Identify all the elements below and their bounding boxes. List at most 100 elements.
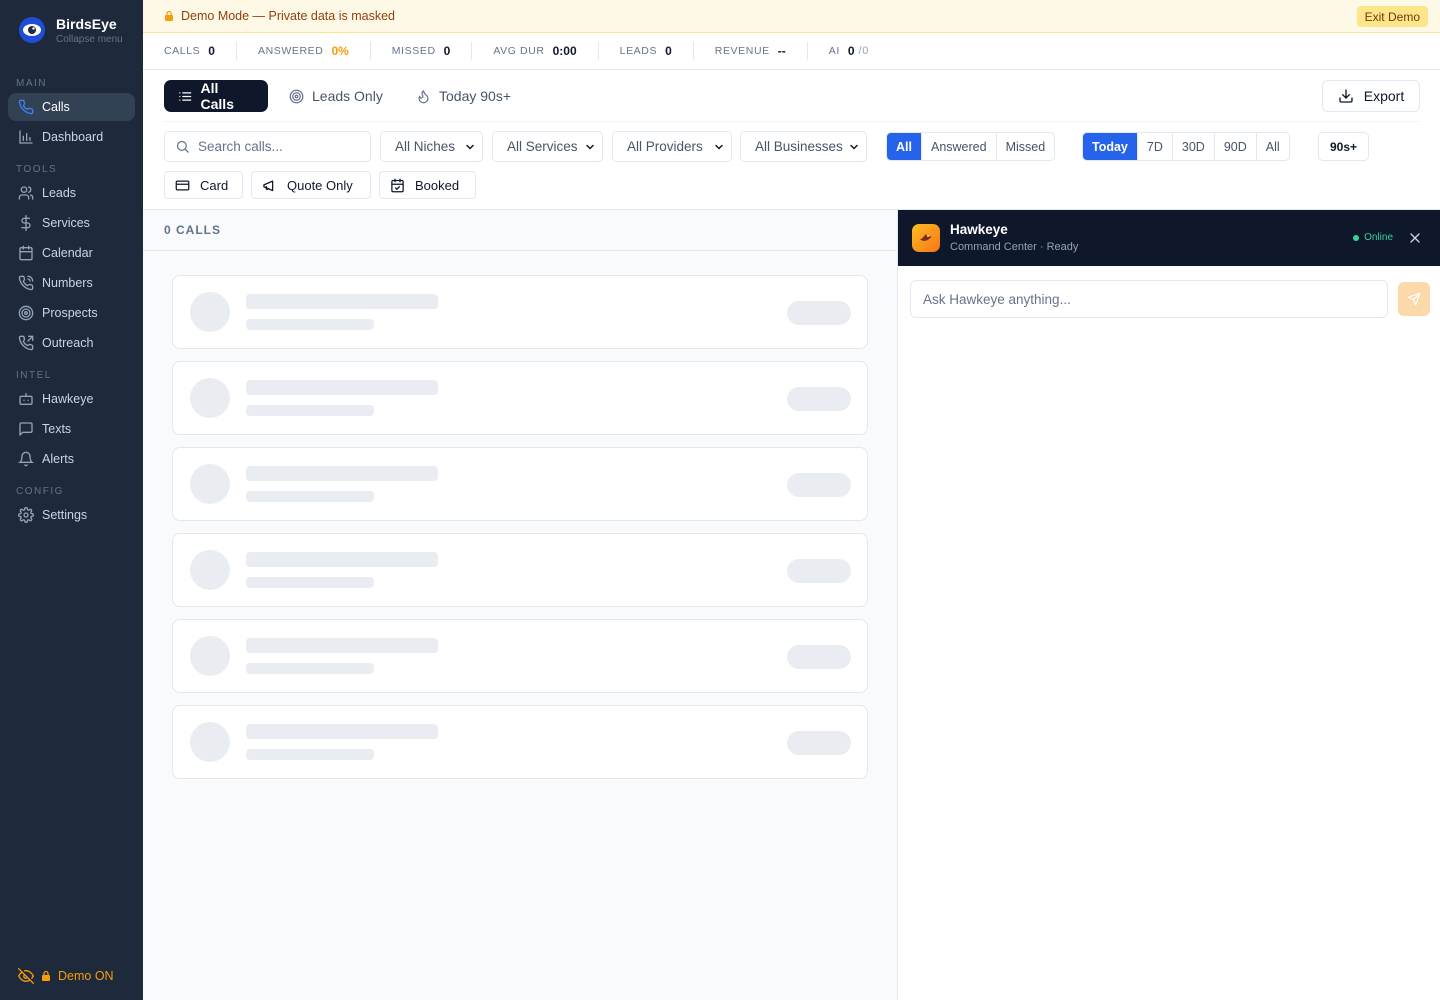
skeleton-badge [787, 645, 851, 669]
range-option-90d[interactable]: 90D [1215, 133, 1257, 160]
tab-today-90s[interactable]: Today 90s+ [402, 80, 525, 112]
close-icon[interactable] [1407, 230, 1423, 246]
ask-box[interactable] [910, 280, 1388, 318]
status-dot [1353, 234, 1360, 241]
stat-label: CALLS [164, 45, 201, 57]
eye-off-icon [18, 968, 34, 984]
stat-value: 0 [208, 44, 215, 58]
stat-label: ANSWERED [257, 45, 324, 57]
sidebar-item-dashboard[interactable]: Dashboard [8, 123, 135, 151]
sidebar-item-services[interactable]: Services [8, 209, 135, 237]
skeleton-line [246, 294, 438, 309]
status-label: Online [1364, 232, 1393, 243]
export-button[interactable]: Export [1322, 80, 1420, 112]
stat-label: MISSED [391, 45, 436, 57]
skeleton-line [246, 724, 438, 739]
eye-logo-icon [18, 16, 46, 44]
sidebar-item-alerts[interactable]: Alerts [8, 445, 135, 473]
gear-icon [18, 507, 34, 523]
sidebar-item-label: Texts [42, 422, 72, 436]
niches-select[interactable]: All Niches [380, 131, 483, 162]
skeleton-line [246, 380, 438, 395]
demo-toggle[interactable]: Demo ON [18, 968, 114, 984]
skeleton-card [172, 447, 868, 521]
select-value: All Services [507, 139, 578, 154]
sidebar-item-numbers[interactable]: Numbers [8, 269, 135, 297]
stat-calls: CALLS 0 [143, 42, 237, 60]
calls-count: 0 CALLS [143, 210, 896, 251]
skeleton-avatar [190, 722, 230, 762]
sidebar-item-label: Alerts [42, 452, 74, 466]
tag-booked[interactable]: Booked [379, 171, 476, 199]
hawkeye-subtitle: Command Center · Ready [950, 241, 1079, 253]
chevron-down-icon [586, 144, 594, 150]
collapse-menu-link[interactable]: Collapse menu [56, 34, 123, 45]
exit-demo-button[interactable]: Exit Demo [1356, 6, 1428, 27]
nav-section-intel: INTEL [16, 370, 52, 381]
tag-card[interactable]: Card [164, 171, 243, 199]
tag-label: Booked [415, 177, 460, 193]
sidebar-item-calendar[interactable]: Calendar [8, 239, 135, 267]
tag-quote-only[interactable]: Quote Only [251, 171, 371, 199]
range-option-today[interactable]: Today [1083, 133, 1138, 160]
status-option-answered[interactable]: Answered [922, 133, 997, 160]
tab-all-calls[interactable]: All Calls [164, 80, 268, 112]
ask-hawkeye-input[interactable] [923, 291, 1363, 307]
sidebar-item-texts[interactable]: Texts [8, 415, 135, 443]
stat-revenue: REVENUE -- [694, 42, 808, 60]
stat-answered: ANSWERED 0% [237, 42, 371, 60]
sidebar-item-leads[interactable]: Leads [8, 179, 135, 207]
hawkeye-panel: Hawkeye Command Center · Ready Online [897, 210, 1440, 1000]
sidebar-item-label: Hawkeye [42, 392, 94, 406]
flame-icon [418, 89, 429, 103]
phone-call-icon [18, 275, 34, 291]
tab-leads-only[interactable]: Leads Only [275, 80, 397, 112]
search-input[interactable] [198, 139, 358, 154]
range-option-7d[interactable]: 7D [1138, 133, 1173, 160]
megaphone-icon [263, 180, 274, 191]
skeleton-line [246, 663, 374, 674]
skeleton-line [246, 552, 438, 567]
skeleton-badge [787, 559, 851, 583]
stat-label: AVG DUR [493, 45, 545, 57]
status-option-all[interactable]: All [887, 133, 922, 160]
stat-ai: AI 0/0 [808, 42, 890, 60]
skeleton-badge [787, 301, 851, 325]
chevron-down-icon [466, 144, 474, 150]
skeleton-line [246, 405, 374, 416]
sidebar-item-prospects[interactable]: Prospects [8, 299, 135, 327]
stat-value: 0 [665, 44, 672, 58]
sidebar-item-calls[interactable]: Calls [8, 93, 135, 121]
stat-value: 0 [443, 44, 451, 58]
sidebar-item-label: Outreach [42, 336, 94, 350]
send-button[interactable] [1398, 282, 1430, 316]
credit-card-icon [175, 180, 190, 190]
stat-label: LEADS [619, 45, 658, 57]
sidebar-item-settings[interactable]: Settings [8, 501, 135, 529]
providers-select[interactable]: All Providers [612, 131, 732, 162]
skeleton-card [172, 275, 868, 349]
sidebar-item-outreach[interactable]: Outreach [8, 329, 135, 357]
skeleton-avatar [190, 464, 230, 504]
toolbar-divider [163, 121, 1420, 122]
skeleton-avatar [190, 292, 230, 332]
status-option-missed[interactable]: Missed [997, 133, 1055, 160]
users-icon [18, 186, 34, 200]
stat-missed: MISSED 0 [371, 42, 473, 60]
search-box[interactable] [164, 131, 371, 162]
businesses-select[interactable]: All Businesses [740, 131, 867, 162]
filter-toolbar: All Calls Leads Only Today 90s+ Export A… [143, 70, 1440, 210]
brand[interactable]: BirdsEye Collapse menu [18, 14, 138, 50]
lock-icon [165, 10, 173, 21]
range-option-30d[interactable]: 30D [1173, 133, 1215, 160]
skeleton-line [246, 749, 374, 760]
list-icon [179, 91, 192, 101]
sidebar-item-label: Leads [42, 186, 77, 200]
sidebar-item-hawkeye[interactable]: Hawkeye [8, 385, 135, 413]
sidebar-item-label: Dashboard [42, 130, 104, 144]
services-select[interactable]: All Services [492, 131, 603, 162]
duration-90s-chip[interactable]: 90s+ [1318, 132, 1369, 161]
skeleton-avatar [190, 378, 230, 418]
bell-icon [18, 451, 34, 467]
range-option-all[interactable]: All [1257, 133, 1289, 160]
